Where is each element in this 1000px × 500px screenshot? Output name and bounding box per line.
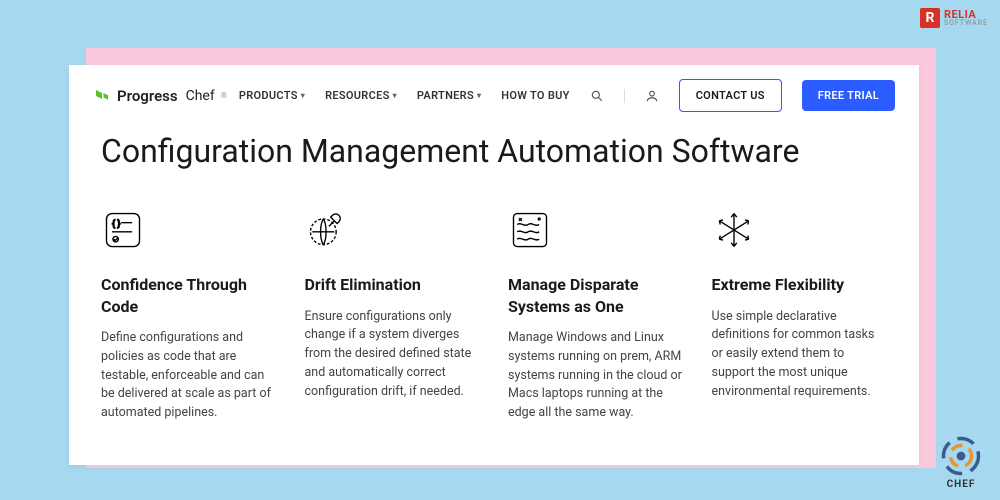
feature-desc: Define configurations and policies as co… bbox=[101, 329, 277, 423]
chef-watermark: CHEF bbox=[940, 435, 982, 490]
relia-logo-mark: R bbox=[920, 8, 940, 28]
chef-logo-icon bbox=[940, 435, 982, 477]
feature-manage: Manage Disparate Systems as One Manage W… bbox=[508, 208, 684, 423]
features-grid: { } Confidence Through Code Define confi… bbox=[69, 178, 919, 423]
contact-us-button[interactable]: CONTACT US bbox=[679, 79, 782, 112]
feature-desc: Ensure configurations only change if a s… bbox=[305, 308, 481, 402]
logo-product: Chef bbox=[186, 88, 215, 104]
code-checklist-icon: { } bbox=[101, 208, 145, 252]
chevron-down-icon: ▾ bbox=[393, 91, 397, 100]
screenshot-window: Progress Chef ® PRODUCTS▾ RESOURCES▾ PAR… bbox=[69, 65, 919, 465]
logo-brand: Progress bbox=[117, 87, 178, 105]
globe-wrench-icon bbox=[305, 208, 349, 252]
feature-title: Drift Elimination bbox=[305, 274, 481, 296]
nav-divider bbox=[624, 89, 625, 103]
progress-chef-logo[interactable]: Progress Chef ® bbox=[93, 87, 227, 105]
feature-confidence: { } Confidence Through Code Define confi… bbox=[101, 208, 277, 423]
feature-title: Confidence Through Code bbox=[101, 274, 277, 317]
main-nav: PRODUCTS▾ RESOURCES▾ PARTNERS▾ HOW TO BU… bbox=[239, 79, 895, 112]
relia-sub: SOFTWARE bbox=[944, 20, 988, 27]
user-icon[interactable] bbox=[645, 89, 659, 103]
chef-logo-text: CHEF bbox=[947, 479, 976, 490]
nav-resources[interactable]: RESOURCES▾ bbox=[325, 89, 397, 102]
chevron-down-icon: ▾ bbox=[301, 91, 305, 100]
search-icon[interactable] bbox=[590, 89, 604, 103]
waves-icon bbox=[508, 208, 552, 252]
progress-logo-icon bbox=[93, 87, 111, 105]
feature-title: Manage Disparate Systems as One bbox=[508, 274, 684, 317]
nav-products[interactable]: PRODUCTS▾ bbox=[239, 89, 305, 102]
feature-desc: Use simple declarative definitions for c… bbox=[712, 308, 888, 402]
trademark-icon: ® bbox=[221, 91, 227, 100]
nav-partners[interactable]: PARTNERS▾ bbox=[417, 89, 481, 102]
relia-watermark: R RELIA SOFTWARE bbox=[920, 8, 988, 28]
feature-desc: Manage Windows and Linux systems running… bbox=[508, 329, 684, 423]
free-trial-button[interactable]: FREE TRIAL bbox=[802, 80, 895, 111]
feature-flexibility: Extreme Flexibility Use simple declarati… bbox=[712, 208, 888, 423]
nav-how-to-buy[interactable]: HOW TO BUY bbox=[501, 89, 569, 102]
feature-drift: Drift Elimination Ensure configurations … bbox=[305, 208, 481, 423]
feature-title: Extreme Flexibility bbox=[712, 274, 888, 296]
chevron-down-icon: ▾ bbox=[477, 91, 481, 100]
expand-arrows-icon bbox=[712, 208, 756, 252]
page-title: Configuration Management Automation Soft… bbox=[69, 126, 919, 178]
site-header: Progress Chef ® PRODUCTS▾ RESOURCES▾ PAR… bbox=[69, 65, 919, 126]
svg-text:{ }: { } bbox=[112, 219, 120, 229]
